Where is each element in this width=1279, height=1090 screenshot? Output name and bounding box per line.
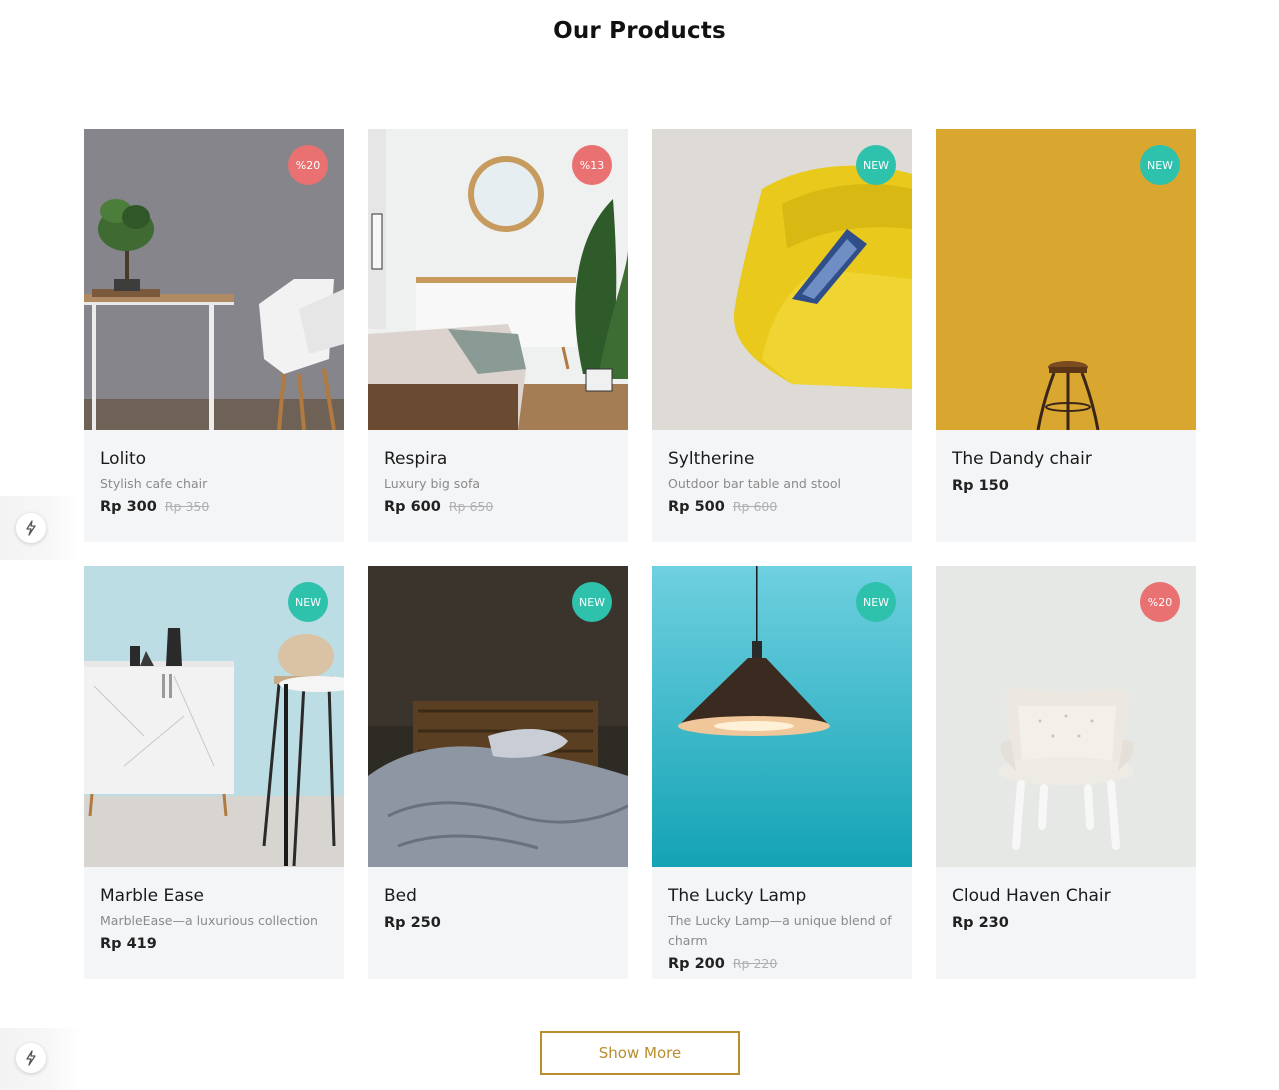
product-image: NEW <box>652 566 912 867</box>
product-old-price: Rp 220 <box>732 956 778 971</box>
new-badge: NEW <box>572 582 612 622</box>
lightning-bolt-icon[interactable] <box>16 513 46 543</box>
product-price: Rp 230 <box>952 915 1009 931</box>
product-description: MarbleEase—a luxurious collection <box>100 913 318 928</box>
product-image: %13 <box>368 129 628 430</box>
product-name: The Lucky Lamp <box>668 886 807 906</box>
product-image: %20 <box>84 129 344 430</box>
product-card-dandy-chair[interactable]: NEW The Dandy chair Rp 150 <box>936 129 1196 542</box>
discount-badge: %20 <box>288 145 328 185</box>
new-badge: NEW <box>856 145 896 185</box>
side-widget-tab[interactable] <box>0 496 80 560</box>
product-price: Rp 419 <box>100 936 157 952</box>
product-name: Cloud Haven Chair <box>952 886 1111 906</box>
product-card-respira[interactable]: %13 Respira Luxury big sofa Rp 600 Rp 65… <box>368 129 628 542</box>
product-card-marble-ease[interactable]: NEW Marble Ease MarbleEase—a luxurious c… <box>84 566 344 979</box>
product-name: Syltherine <box>668 449 755 469</box>
product-description: Stylish cafe chair <box>100 476 208 491</box>
new-badge: NEW <box>856 582 896 622</box>
product-price: Rp 300 <box>100 499 157 515</box>
product-image: %20 <box>936 566 1196 867</box>
product-card-cloud-haven-chair[interactable]: %20 Cloud Haven Chair Rp 230 <box>936 566 1196 979</box>
product-image: NEW <box>936 129 1196 430</box>
show-more-button[interactable]: Show More <box>540 1031 740 1075</box>
product-card-syltherine[interactable]: NEW Syltherine Outdoor bar table and sto… <box>652 129 912 542</box>
product-name: The Dandy chair <box>952 449 1092 469</box>
side-widget-tab[interactable] <box>0 1028 80 1090</box>
product-old-price: Rp 600 <box>732 499 778 514</box>
product-name: Bed <box>384 886 417 906</box>
product-grid: %20 Lolito Stylish cafe chair Rp 300 Rp … <box>84 129 1196 979</box>
product-card-lucky-lamp[interactable]: NEW The Lucky Lamp The Lucky Lamp—a uniq… <box>652 566 912 979</box>
page-title: Our Products <box>553 18 726 44</box>
product-image: NEW <box>652 129 912 430</box>
product-name: Lolito <box>100 449 147 469</box>
new-badge: NEW <box>1140 145 1180 185</box>
product-card-bed[interactable]: NEW Bed Rp 250 <box>368 566 628 979</box>
product-price: Rp 600 <box>384 499 441 515</box>
product-description: Outdoor bar table and stool <box>668 476 842 491</box>
product-name: Marble Ease <box>100 886 204 906</box>
product-price: Rp 150 <box>952 478 1009 494</box>
product-price: Rp 200 <box>668 956 725 972</box>
product-old-price: Rp 350 <box>164 499 210 514</box>
product-price: Rp 500 <box>668 499 725 515</box>
lightning-bolt-icon[interactable] <box>16 1043 46 1073</box>
product-image: NEW <box>84 566 344 867</box>
product-image: NEW <box>368 566 628 867</box>
product-card-lolito[interactable]: %20 Lolito Stylish cafe chair Rp 300 Rp … <box>84 129 344 542</box>
discount-badge: %20 <box>1140 582 1180 622</box>
product-price: Rp 250 <box>384 915 441 931</box>
discount-badge: %13 <box>572 145 612 185</box>
product-old-price: Rp 650 <box>448 499 494 514</box>
product-name: Respira <box>384 449 448 469</box>
new-badge: NEW <box>288 582 328 622</box>
product-description: The Lucky Lamp—a unique blend of charm <box>668 913 892 948</box>
product-description: Luxury big sofa <box>384 476 481 491</box>
